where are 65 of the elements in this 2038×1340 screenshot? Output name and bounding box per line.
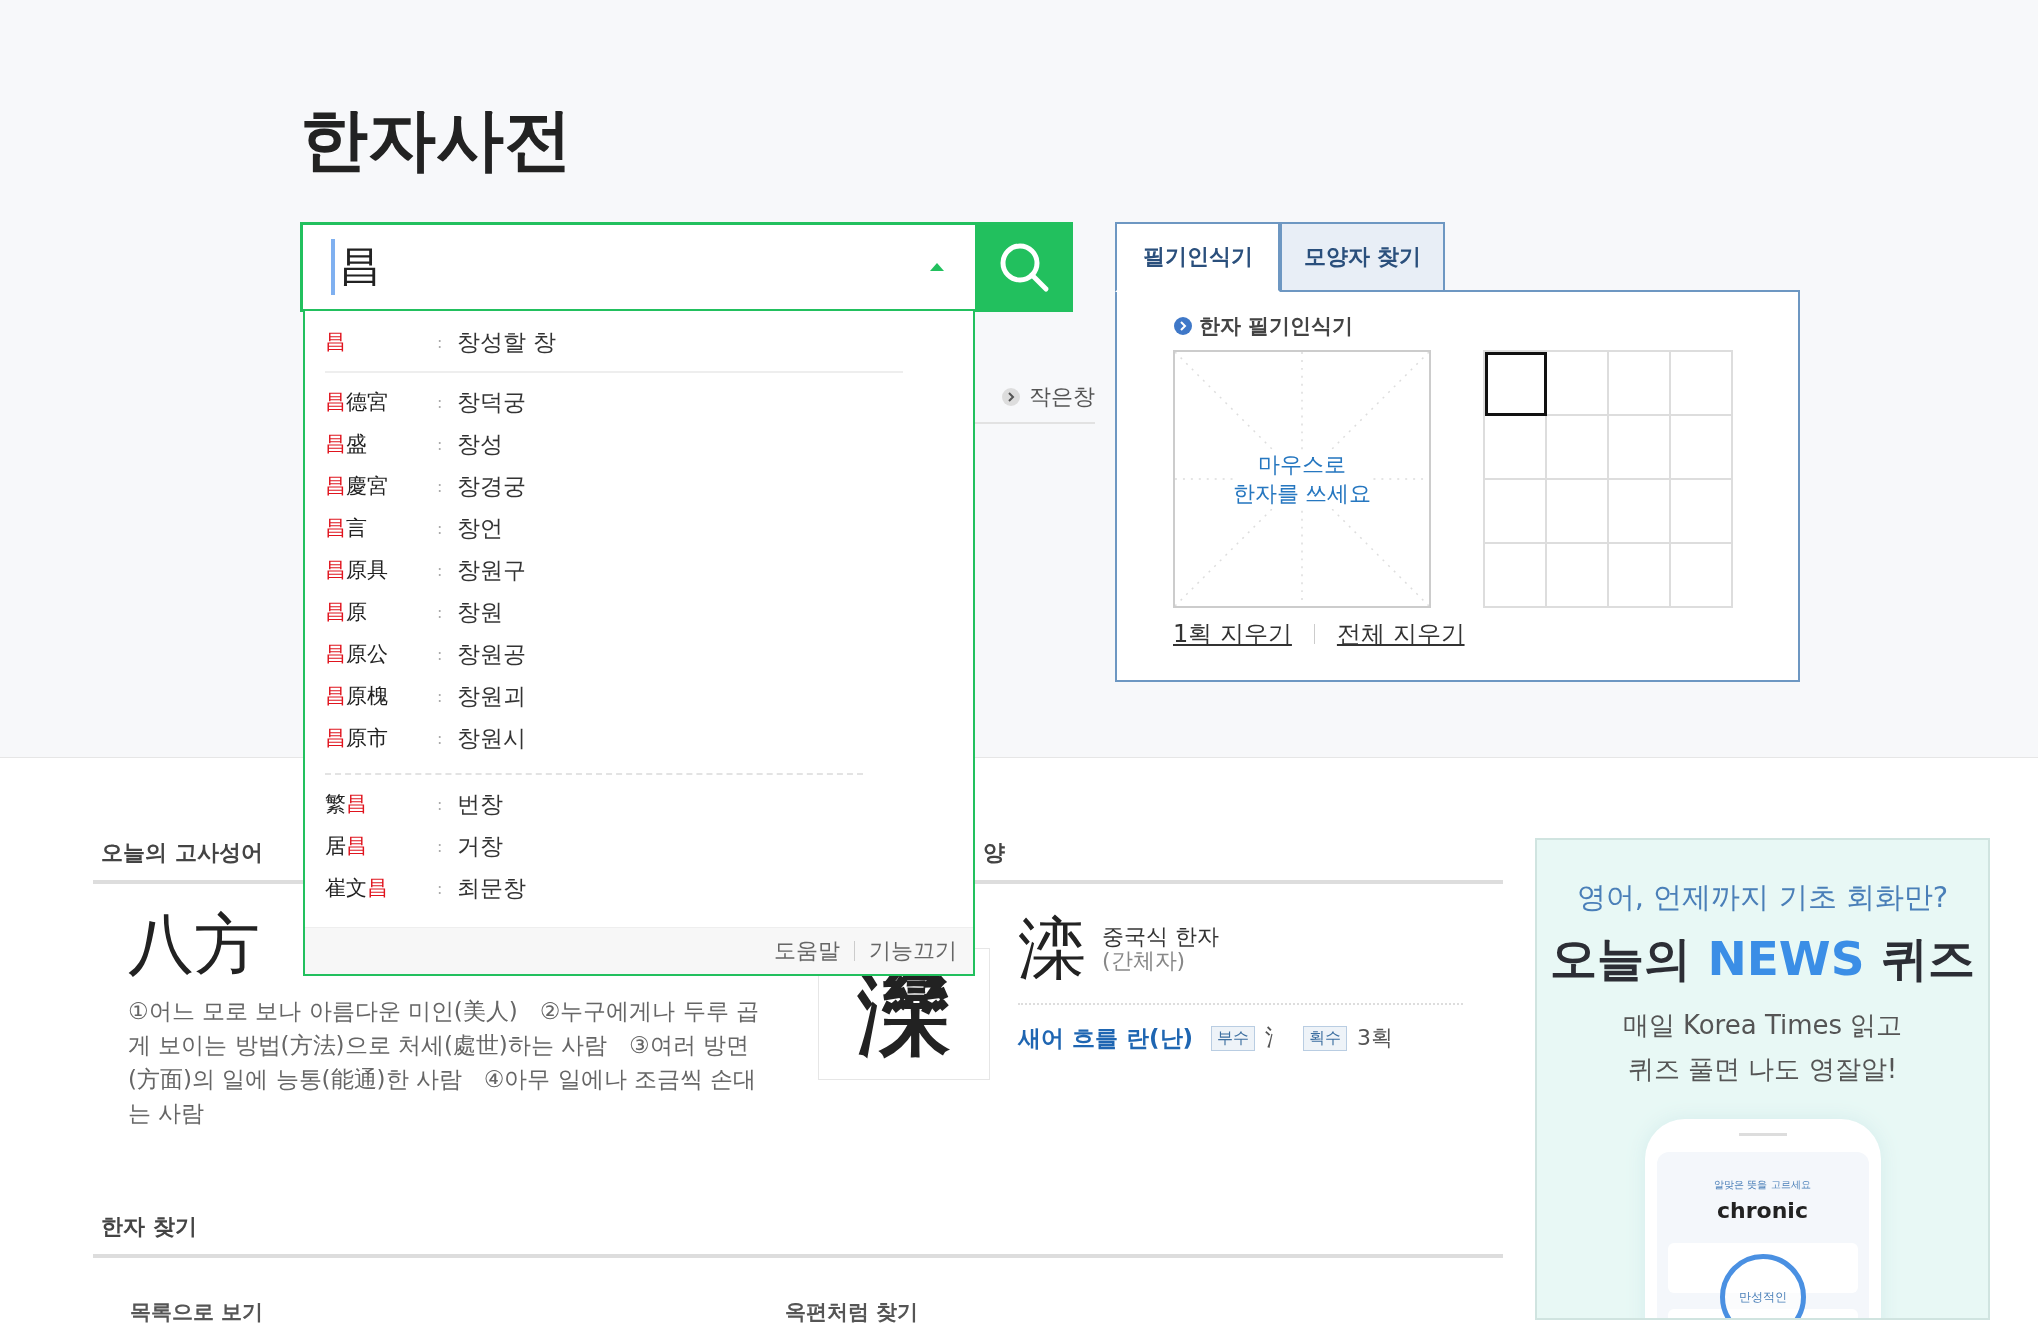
chevron-icon — [1001, 387, 1021, 408]
candidate-cell[interactable] — [1609, 480, 1671, 545]
candidate-cell[interactable] — [1671, 352, 1733, 417]
find-option-link[interactable]: 옥편처럼 찾기 — [785, 1298, 1440, 1326]
candidate-cell[interactable] — [1671, 544, 1733, 609]
character-sublabel: (간체자) — [1102, 949, 1187, 974]
ad-text: 퀴즈 풀면 나도 영잘알! — [1627, 1053, 1898, 1086]
clear-link[interactable]: 전체 지우기 — [1336, 618, 1465, 651]
section-heading: 양 — [983, 840, 1005, 865]
drawing-pad[interactable]: 마우스로 한자를 쓰세요 — [1173, 350, 1431, 609]
suggestion-item[interactable]: 昌原 : 창원 — [305, 591, 973, 634]
strokes-label: 획수 — [1303, 1025, 1348, 1051]
candidate-cell[interactable] — [1609, 416, 1671, 481]
candidate-cell[interactable] — [1671, 416, 1733, 481]
section-heading: 한자 찾기 — [101, 1213, 197, 1241]
candidate-cell[interactable] — [1485, 480, 1547, 545]
suggestion-item[interactable]: 昌原槐 : 창원괴 — [305, 675, 973, 718]
ad-headline: 오늘의 NEWS 퀴즈 — [1550, 930, 1975, 988]
character-meaning: 새어 흐를 란(난) — [1018, 1023, 1194, 1053]
ad-text: 매일 Korea Times 읽고 — [1622, 1009, 1903, 1042]
find-option-link[interactable]: 목록으로 보기 — [130, 1298, 785, 1326]
page-title: 한자사전 — [300, 99, 573, 181]
candidate-cell[interactable] — [1547, 480, 1609, 545]
candidate-cell[interactable] — [1485, 352, 1547, 417]
section-heading: 오늘의 고사성어 — [101, 840, 263, 865]
candidate-cell[interactable] — [1671, 480, 1733, 545]
suggestion-item[interactable]: 昌原公 : 창원공 — [305, 633, 973, 676]
phone-prompt: 알맞은 뜻을 고르세요 — [1714, 1178, 1811, 1192]
radical-label: 부수 — [1211, 1025, 1256, 1051]
candidate-cell[interactable] — [1609, 352, 1671, 417]
suggestion-item[interactable]: 居昌 : 거창 — [305, 825, 973, 868]
radical-value: 氵 — [1265, 1024, 1288, 1053]
section-heading: 한자 필기인식기 — [1199, 313, 1354, 341]
chevron-icon — [1173, 316, 1193, 337]
candidate-cell[interactable] — [1547, 544, 1609, 609]
strokes-value: 3획 — [1357, 1024, 1394, 1053]
ad-tagline: 영어, 언제까지 기초 회화만? — [1576, 879, 1949, 916]
suggestion-item[interactable]: 昌慶宮 : 창경궁 — [305, 465, 973, 508]
search-field[interactable]: 昌 — [300, 222, 975, 313]
search-button[interactable] — [975, 222, 1073, 313]
candidate-cell[interactable] — [1485, 544, 1547, 609]
footer-link[interactable]: 기능끄기 — [869, 936, 957, 967]
pad-hint: 마우스로 한자를 쓰세요 — [1232, 449, 1372, 509]
candidate-cell[interactable] — [1547, 416, 1609, 481]
character-label: 중국식 한자 — [1102, 925, 1219, 950]
phone-word: chronic — [1717, 1198, 1808, 1223]
candidate-cell[interactable] — [1485, 416, 1547, 481]
tab[interactable]: 모양자 찾기 — [1280, 222, 1445, 293]
candidate-cell[interactable] — [1547, 352, 1609, 417]
suggestion-item[interactable]: 繁昌 : 번창 — [305, 783, 973, 826]
footer-link[interactable]: 도움말 — [774, 936, 840, 967]
suggestion-item[interactable]: 昌 : 창성할 창 — [305, 321, 973, 364]
ad-banner[interactable]: 영어, 언제까지 기초 회화만? 오늘의 NEWS 퀴즈 매일 Korea Times 읽고 퀴즈 풀면 나도 영잘알! 알맞은 뜻을 고르세요 chronic 만성적인 — [1535, 838, 1990, 1320]
candidate-cell[interactable] — [1609, 544, 1671, 609]
suggestion-item[interactable]: 昌原市 : 창원시 — [305, 717, 973, 760]
suggestion-item[interactable]: 昌原具 : 창원구 — [305, 549, 973, 592]
tab[interactable]: 필기인식기 — [1115, 222, 1280, 293]
suggestion-item[interactable]: 昌言 : 창언 — [305, 507, 973, 550]
idiom-meaning: ①어느 모로 보나 아름다운 미인(美人) ②누구에게나 두루 곱게 보이는 방법(方法)으로 처세(處世)하는 사람 ③여러 방면(方面)의 일에 능통(能通)한 사람 ④아무 일에나 조금씩 손대는 사람 — [128, 997, 760, 1128]
suggestion-item[interactable]: 崔文昌 : 최문창 — [305, 867, 973, 910]
simplified-character: 滦 — [1018, 912, 1086, 987]
idiom-text: 八方 — [128, 912, 261, 978]
clear-link[interactable]: 1획 지우기 — [1173, 618, 1292, 651]
caret-icon[interactable] — [929, 262, 945, 273]
suggestion-item[interactable]: 昌盛 : 창성 — [305, 423, 973, 466]
